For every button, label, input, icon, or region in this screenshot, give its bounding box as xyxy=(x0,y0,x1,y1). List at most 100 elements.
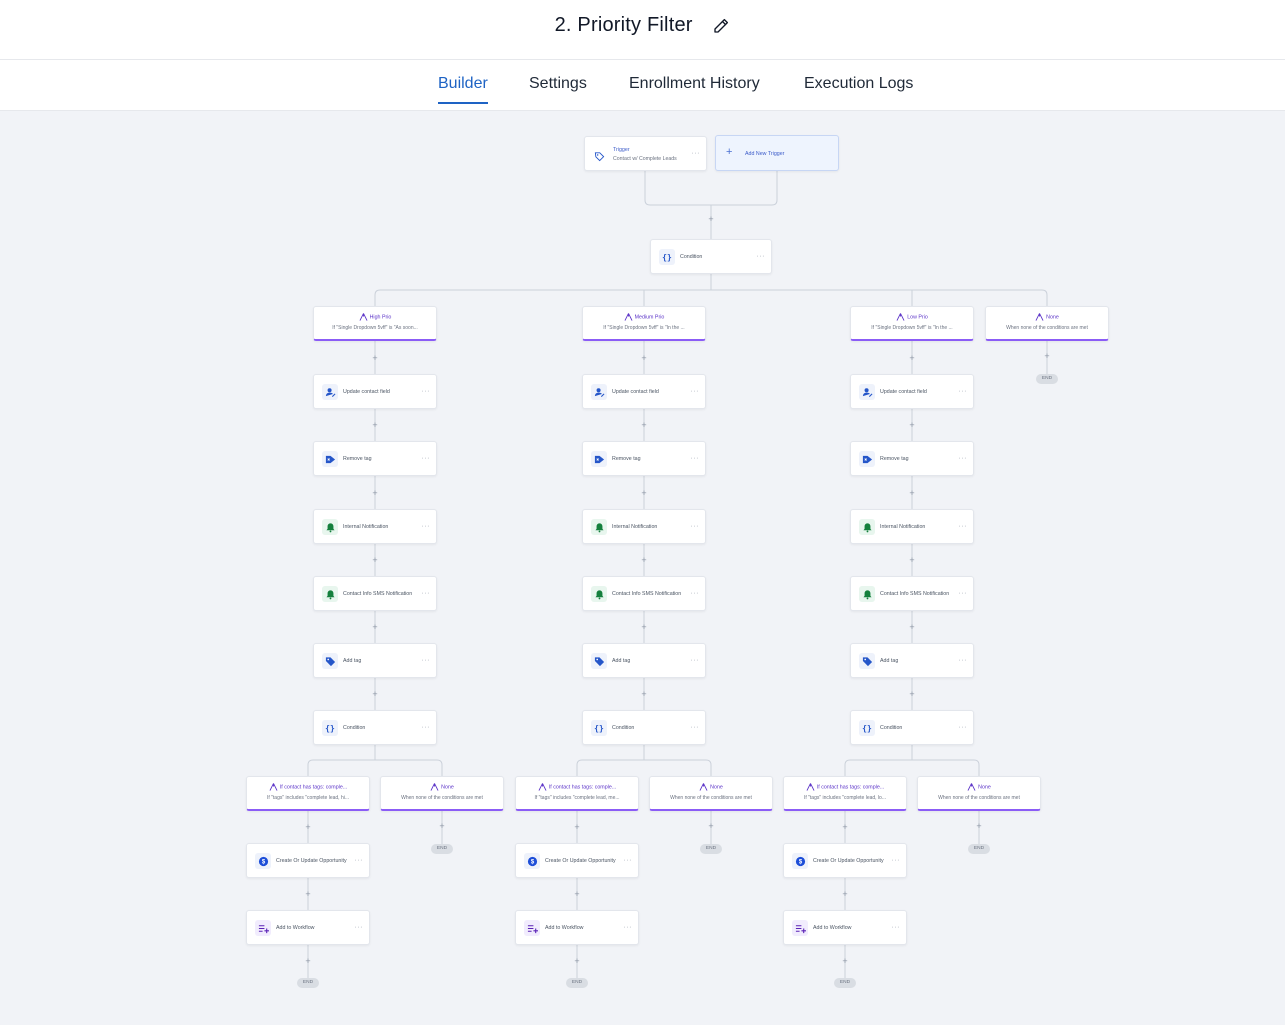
more-options-icon[interactable]: ··· xyxy=(959,657,968,664)
branch-node[interactable]: If contact has tags: comple... If "tags" … xyxy=(515,776,639,811)
add-step-button[interactable]: + xyxy=(572,889,582,899)
add-step-button[interactable]: + xyxy=(370,353,380,363)
add-step-button[interactable]: + xyxy=(907,689,917,699)
action-node[interactable]: Remove tag ··· xyxy=(313,441,437,476)
branch-node[interactable]: Low Prio If "Single Dropdown 5vff" is "In… xyxy=(850,306,974,341)
branch-node[interactable]: High Prio If "Single Dropdown 5vff" is "A… xyxy=(313,306,437,341)
add-step-button[interactable]: + xyxy=(706,214,716,224)
action-node[interactable]: Add tag ··· xyxy=(313,643,437,678)
more-options-icon[interactable]: ··· xyxy=(691,523,700,530)
action-node[interactable]: {} Condition ··· xyxy=(582,710,706,745)
action-node[interactable]: Update contact field ··· xyxy=(313,374,437,409)
tab-settings[interactable]: Settings xyxy=(529,75,587,93)
more-options-icon[interactable]: ··· xyxy=(691,590,700,597)
action-node[interactable]: {} Condition ··· xyxy=(850,710,974,745)
more-options-icon[interactable]: ··· xyxy=(422,657,431,664)
add-step-button[interactable]: + xyxy=(370,689,380,699)
action-node[interactable]: Add to Workflow ··· xyxy=(515,910,639,945)
add-step-button[interactable]: + xyxy=(639,420,649,430)
add-step-button[interactable]: + xyxy=(370,555,380,565)
action-node[interactable]: Add tag ··· xyxy=(582,643,706,678)
more-options-icon[interactable]: ··· xyxy=(624,857,633,864)
tab-builder[interactable]: Builder xyxy=(438,75,488,104)
more-options-icon[interactable]: ··· xyxy=(691,455,700,462)
more-options-icon[interactable]: ··· xyxy=(422,590,431,597)
more-options-icon[interactable]: ··· xyxy=(959,724,968,731)
add-step-button[interactable]: + xyxy=(1042,351,1052,361)
trigger-node[interactable]: Trigger Contact w/ Complete Leads ··· xyxy=(584,136,707,171)
add-step-button[interactable]: + xyxy=(706,821,716,831)
action-node[interactable]: $ Create Or Update Opportunity ··· xyxy=(246,843,370,878)
add-step-button[interactable]: + xyxy=(370,420,380,430)
action-node[interactable]: Add tag ··· xyxy=(850,643,974,678)
branch-node[interactable]: None When none of the conditions are met xyxy=(985,306,1109,341)
more-options-icon[interactable]: ··· xyxy=(892,857,901,864)
action-node[interactable]: Contact Info SMS Notification ··· xyxy=(850,576,974,611)
action-node[interactable]: Internal Notification ··· xyxy=(313,509,437,544)
more-options-icon[interactable]: ··· xyxy=(757,253,766,260)
action-node[interactable]: Update contact field ··· xyxy=(850,374,974,409)
action-node[interactable]: Add to Workflow ··· xyxy=(246,910,370,945)
more-options-icon[interactable]: ··· xyxy=(624,924,633,931)
add-step-button[interactable]: + xyxy=(639,555,649,565)
add-step-button[interactable]: + xyxy=(303,889,313,899)
tab-enrollment-history[interactable]: Enrollment History xyxy=(629,75,760,93)
action-node[interactable]: $ Create Or Update Opportunity ··· xyxy=(783,843,907,878)
add-step-button[interactable]: + xyxy=(370,488,380,498)
branch-node[interactable]: If contact has tags: comple... If "tags" … xyxy=(783,776,907,811)
add-step-button[interactable]: + xyxy=(907,353,917,363)
action-node[interactable]: Add to Workflow ··· xyxy=(783,910,907,945)
add-step-button[interactable]: + xyxy=(639,353,649,363)
branch-node[interactable]: None When none of the conditions are met xyxy=(917,776,1041,811)
action-node[interactable]: Internal Notification ··· xyxy=(582,509,706,544)
branch-node[interactable]: None When none of the conditions are met xyxy=(649,776,773,811)
more-options-icon[interactable]: ··· xyxy=(959,523,968,530)
more-options-icon[interactable]: ··· xyxy=(692,150,701,157)
add-step-button[interactable]: + xyxy=(572,822,582,832)
add-step-button[interactable]: + xyxy=(907,488,917,498)
more-options-icon[interactable]: ··· xyxy=(892,924,901,931)
root-condition-node[interactable]: {} Condition ··· xyxy=(650,239,772,274)
action-node[interactable]: Contact Info SMS Notification ··· xyxy=(313,576,437,611)
more-options-icon[interactable]: ··· xyxy=(691,657,700,664)
more-options-icon[interactable]: ··· xyxy=(959,455,968,462)
add-step-button[interactable]: + xyxy=(840,956,850,966)
branch-node[interactable]: None When none of the conditions are met xyxy=(380,776,504,811)
branch-node[interactable]: Medium Prio If "Single Dropdown 5vff" is … xyxy=(582,306,706,341)
add-new-trigger-button[interactable]: + Add New Trigger xyxy=(715,135,839,171)
more-options-icon[interactable]: ··· xyxy=(355,857,364,864)
add-step-button[interactable]: + xyxy=(840,889,850,899)
add-step-button[interactable]: + xyxy=(974,821,984,831)
pencil-icon[interactable] xyxy=(712,17,730,35)
workflow-canvas[interactable]: Trigger Contact w/ Complete Leads ··· + Add … xyxy=(0,111,1285,1025)
add-step-button[interactable]: + xyxy=(572,956,582,966)
more-options-icon[interactable]: ··· xyxy=(691,724,700,731)
add-step-button[interactable]: + xyxy=(639,622,649,632)
more-options-icon[interactable]: ··· xyxy=(355,924,364,931)
tab-execution-logs[interactable]: Execution Logs xyxy=(804,75,913,93)
add-step-button[interactable]: + xyxy=(437,821,447,831)
action-node[interactable]: Remove tag ··· xyxy=(850,441,974,476)
more-options-icon[interactable]: ··· xyxy=(422,455,431,462)
add-step-button[interactable]: + xyxy=(907,622,917,632)
add-step-button[interactable]: + xyxy=(639,488,649,498)
branch-node[interactable]: If contact has tags: comple... If "tags" … xyxy=(246,776,370,811)
action-node[interactable]: $ Create Or Update Opportunity ··· xyxy=(515,843,639,878)
action-node[interactable]: Remove tag ··· xyxy=(582,441,706,476)
more-options-icon[interactable]: ··· xyxy=(959,388,968,395)
more-options-icon[interactable]: ··· xyxy=(422,724,431,731)
add-step-button[interactable]: + xyxy=(907,420,917,430)
add-step-button[interactable]: + xyxy=(370,622,380,632)
add-step-button[interactable]: + xyxy=(303,956,313,966)
action-node[interactable]: Internal Notification ··· xyxy=(850,509,974,544)
add-step-button[interactable]: + xyxy=(907,555,917,565)
more-options-icon[interactable]: ··· xyxy=(422,523,431,530)
action-node[interactable]: Update contact field ··· xyxy=(582,374,706,409)
more-options-icon[interactable]: ··· xyxy=(691,388,700,395)
more-options-icon[interactable]: ··· xyxy=(422,388,431,395)
action-node[interactable]: Contact Info SMS Notification ··· xyxy=(582,576,706,611)
add-step-button[interactable]: + xyxy=(639,689,649,699)
more-options-icon[interactable]: ··· xyxy=(959,590,968,597)
add-step-button[interactable]: + xyxy=(303,822,313,832)
action-node[interactable]: {} Condition ··· xyxy=(313,710,437,745)
